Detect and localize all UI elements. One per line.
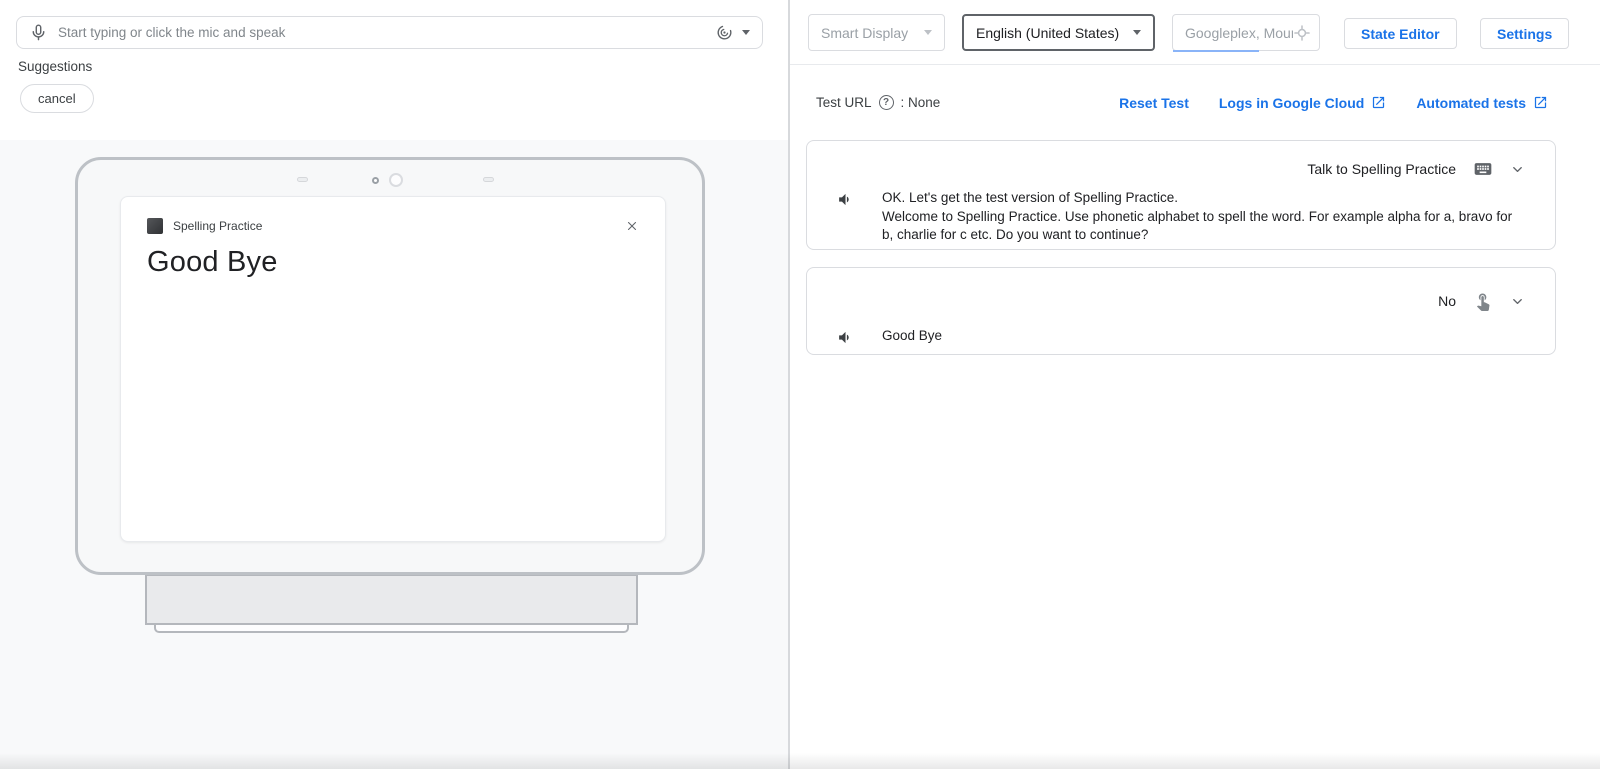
query-bar-right [715, 23, 750, 42]
automated-tests-label: Automated tests [1416, 95, 1526, 111]
reset-test-link[interactable]: Reset Test [1119, 95, 1189, 111]
logs-label: Logs in Google Cloud [1219, 95, 1364, 111]
bezel-sensor-right [483, 177, 494, 182]
test-url-label: Test URL [816, 95, 872, 110]
expand-chevron-icon[interactable] [1510, 162, 1525, 177]
query-bar[interactable] [16, 16, 763, 49]
chevron-down-icon[interactable] [742, 30, 750, 35]
response-line: OK. Let's get the test version of Spelli… [882, 189, 1518, 208]
suggestion-chip-cancel[interactable]: cancel [20, 84, 94, 113]
language-select[interactable]: English (United States) [962, 14, 1155, 51]
conversation-log: Talk to Spelling Practice OK. Let's get … [790, 140, 1600, 355]
app-name-label: Spelling Practice [173, 219, 262, 233]
open-in-new-icon [1371, 95, 1386, 110]
user-query-row: Talk to Spelling Practice [837, 159, 1525, 179]
device-stand [145, 574, 638, 625]
query-area: Suggestions cancel [0, 0, 788, 140]
simulator-toolbar: Smart Display English (United States) St… [790, 0, 1600, 65]
query-input[interactable] [58, 25, 715, 40]
location-input-underline [1173, 50, 1259, 52]
close-icon[interactable] [625, 219, 639, 233]
keyboard-input-icon [1473, 159, 1493, 179]
screen-response-text: Good Bye [147, 246, 278, 279]
assistant-response-text: Good Bye [882, 327, 942, 346]
logs-link[interactable]: Logs in Google Cloud [1219, 95, 1386, 111]
actions-simulator: Suggestions cancel Spelling Practice [0, 0, 1600, 769]
chevron-down-icon [1133, 30, 1141, 35]
bezel-camera-dot [372, 177, 379, 184]
smart-display-frame: Spelling Practice Good Bye [75, 157, 705, 575]
simulator-left-panel: Suggestions cancel Spelling Practice [0, 0, 788, 769]
bezel-camera-lens [389, 173, 403, 187]
open-in-new-icon [1533, 95, 1548, 110]
test-links: Reset Test Logs in Google Cloud Automate… [1119, 95, 1548, 111]
location-input[interactable] [1185, 25, 1293, 41]
location-field[interactable] [1172, 14, 1320, 51]
touch-input-icon [1473, 291, 1493, 311]
test-url-label-group: Test URL ? : None [816, 95, 940, 110]
mic-icon[interactable] [29, 23, 48, 42]
suggestions-label: Suggestions [18, 59, 92, 74]
assistant-response-row: Good Bye [837, 327, 1525, 346]
bezel-sensor-left [297, 177, 308, 182]
device-preview-area: Spelling Practice Good Bye [0, 140, 788, 769]
surface-select[interactable]: Smart Display [808, 14, 945, 51]
user-query-text: No [1438, 293, 1456, 309]
speaker-icon[interactable] [837, 329, 854, 346]
voice-settings-icon[interactable] [715, 23, 734, 42]
test-url-bar: Test URL ? : None Reset Test Logs in Goo… [790, 65, 1600, 140]
device-base [154, 624, 629, 633]
settings-button[interactable]: Settings [1480, 18, 1569, 49]
speaker-icon[interactable] [837, 191, 854, 208]
reset-test-label: Reset Test [1119, 95, 1189, 111]
screen-app-header: Spelling Practice [147, 217, 639, 235]
user-query-row: No [837, 291, 1525, 311]
assistant-response-text: OK. Let's get the test version of Spelli… [882, 189, 1518, 245]
assistant-response-row: OK. Let's get the test version of Spelli… [837, 189, 1525, 245]
user-query-text: Talk to Spelling Practice [1307, 161, 1456, 177]
chevron-down-icon [924, 30, 932, 35]
help-icon[interactable]: ? [879, 95, 894, 110]
response-line: Good Bye [882, 327, 942, 346]
surface-select-value: Smart Display [821, 25, 924, 41]
expand-chevron-icon[interactable] [1510, 294, 1525, 309]
test-url-value: : None [901, 95, 941, 110]
conversation-turn: Talk to Spelling Practice OK. Let's get … [806, 140, 1556, 250]
app-icon [147, 218, 163, 234]
language-select-value: English (United States) [976, 25, 1133, 41]
conversation-turn: No Good Bye [806, 267, 1556, 355]
simulator-right-panel: Smart Display English (United States) St… [788, 0, 1600, 769]
state-editor-button[interactable]: State Editor [1344, 18, 1457, 49]
automated-tests-link[interactable]: Automated tests [1416, 95, 1548, 111]
location-target-icon[interactable] [1293, 24, 1311, 42]
device-screen: Spelling Practice Good Bye [120, 196, 666, 542]
response-line: Welcome to Spelling Practice. Use phonet… [882, 208, 1518, 245]
